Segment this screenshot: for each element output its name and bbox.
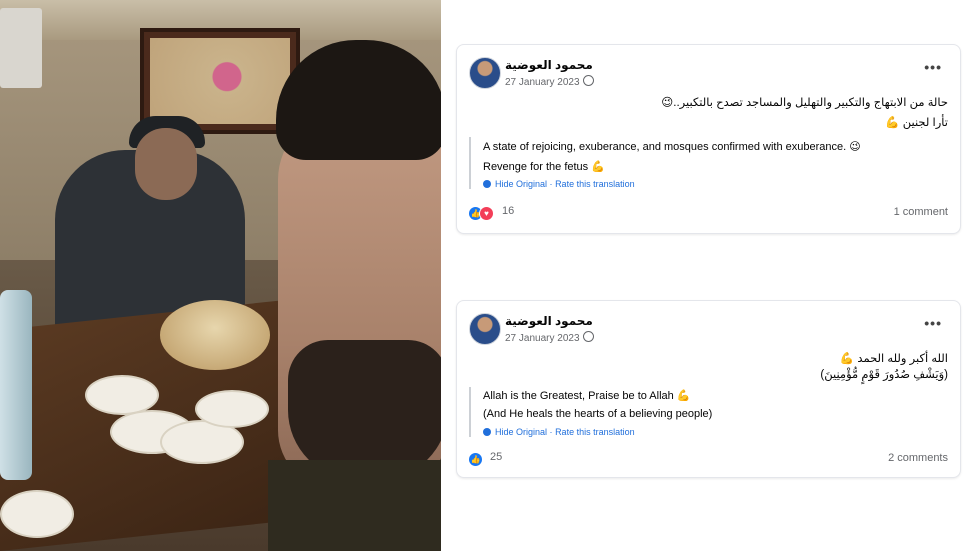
reactions[interactable]: 👍 ♥ 16 — [469, 205, 514, 221]
rate-translation-link[interactable]: Rate this translation — [555, 179, 635, 189]
reaction-count: 16 — [502, 205, 515, 217]
globe-icon — [582, 331, 594, 342]
link-separator: · — [549, 427, 553, 437]
food-plate — [0, 490, 74, 538]
author-name[interactable]: محمود العوضية — [505, 314, 593, 328]
reactions[interactable]: 👍 25 — [469, 451, 502, 466]
globe-icon — [582, 75, 594, 86]
translate-gear-icon — [483, 180, 491, 188]
translation-links: Hide Original · Rate this translation — [483, 427, 963, 437]
hide-original-link[interactable]: Hide Original — [495, 427, 547, 437]
translation-line2: Revenge for the fetus 💪 — [483, 161, 605, 173]
more-options-icon[interactable]: ••• — [924, 59, 942, 75]
link-separator: · — [549, 179, 553, 189]
bread-basket — [160, 300, 270, 370]
author-name[interactable]: محمود العوضية — [505, 58, 593, 72]
translate-gear-icon — [483, 428, 491, 436]
hide-original-link[interactable]: Hide Original — [495, 179, 547, 189]
more-options-icon[interactable]: ••• — [924, 315, 942, 331]
air-conditioner — [0, 8, 42, 88]
avatar[interactable] — [469, 57, 501, 89]
comment-count[interactable]: 2 comments — [888, 452, 948, 464]
post-text-arabic-line2: (وَيَشْفِ صُدُورَ قَوْمٍ مُّؤْمِنِينَ) — [820, 369, 948, 381]
post-text-arabic-line2: تأرا لجنين 💪 — [885, 117, 948, 129]
reaction-count: 25 — [490, 451, 503, 463]
facebook-post-1: محمود العوضية 27 January 2023 ••• حالة م… — [456, 44, 961, 234]
food-plate — [85, 375, 159, 415]
translation-block: Allah is the Greatest, Praise be to Alla… — [469, 387, 963, 437]
translation-links: Hide Original · Rate this translation — [483, 179, 963, 189]
avatar[interactable] — [469, 313, 501, 345]
food-plate — [195, 390, 269, 428]
water-bottle — [0, 290, 32, 480]
post-date[interactable]: 27 January 2023 — [505, 331, 594, 344]
selfie-man — [268, 40, 441, 551]
translation-line1: Allah is the Greatest, Praise be to Alla… — [483, 390, 691, 402]
translation-line2: (And He heals the hearts of a believing … — [483, 408, 713, 420]
like-reaction-icon: 👍 — [469, 453, 482, 466]
translation-block: A state of rejoicing, exuberance, and mo… — [469, 137, 963, 189]
translation-line1: A state of rejoicing, exuberance, and mo… — [483, 141, 861, 153]
post-text-arabic-line1: حالة من الابتهاج والتكبير والتهليل والمس… — [661, 97, 948, 109]
love-reaction-icon: ♥ — [479, 206, 494, 221]
post-text-arabic-line1: الله أكبر ولله الحمد 💪 — [839, 353, 948, 365]
comment-count[interactable]: 1 comment — [894, 206, 948, 218]
rate-translation-link[interactable]: Rate this translation — [555, 427, 635, 437]
facebook-post-2: محمود العوضية 27 January 2023 ••• الله أ… — [456, 300, 961, 478]
post-date[interactable]: 27 January 2023 — [505, 75, 594, 88]
selfie-photo — [0, 0, 441, 551]
